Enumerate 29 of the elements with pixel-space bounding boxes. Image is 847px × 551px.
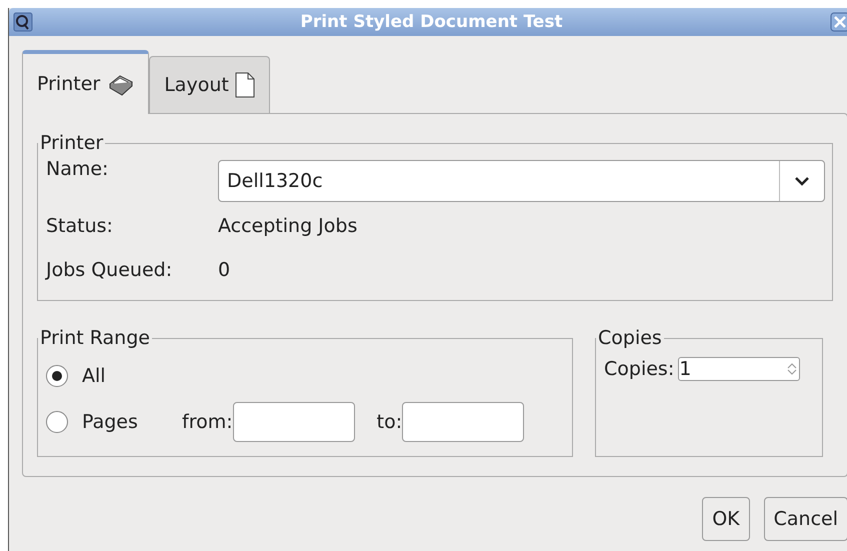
- to-field[interactable]: [402, 402, 524, 442]
- copies-spinbox[interactable]: 1: [678, 357, 800, 381]
- tab[interactable]: Printer: [22, 50, 150, 114]
- field-label: Jobs Queued:: [46, 259, 174, 281]
- window-title: Print Styled Document Test: [299, 12, 564, 32]
- ok-button[interactable]: OK: [702, 497, 750, 541]
- status-value: Accepting Jobs: [218, 215, 358, 237]
- field-label: Name:: [46, 158, 110, 180]
- chevron-down-icon: [794, 176, 810, 186]
- group-title: Copies: [597, 327, 663, 349]
- from-field[interactable]: [232, 402, 355, 442]
- radio-button[interactable]: [46, 411, 68, 433]
- radio-label: Pages: [82, 411, 139, 433]
- printer-dropdown[interactable]: Dell1320c: [218, 160, 825, 202]
- app-icon: [13, 12, 33, 32]
- radio-label: All: [82, 365, 106, 387]
- field-label: Status:: [46, 215, 114, 237]
- field-label: from:: [182, 411, 233, 433]
- field-label: to:: [376, 411, 402, 433]
- cancel-button[interactable]: Cancel: [764, 497, 847, 541]
- group-title: Print Range: [39, 327, 151, 349]
- radio-button[interactable]: [46, 365, 68, 387]
- group-title: Printer: [39, 132, 104, 154]
- page-icon: [234, 72, 255, 98]
- spin-arrows-icon: [785, 362, 800, 376]
- close-icon[interactable]: [830, 12, 847, 32]
- field-label: Copies:: [604, 358, 674, 380]
- tab[interactable]: Layout: [149, 56, 270, 113]
- queued-value: 0: [218, 259, 230, 281]
